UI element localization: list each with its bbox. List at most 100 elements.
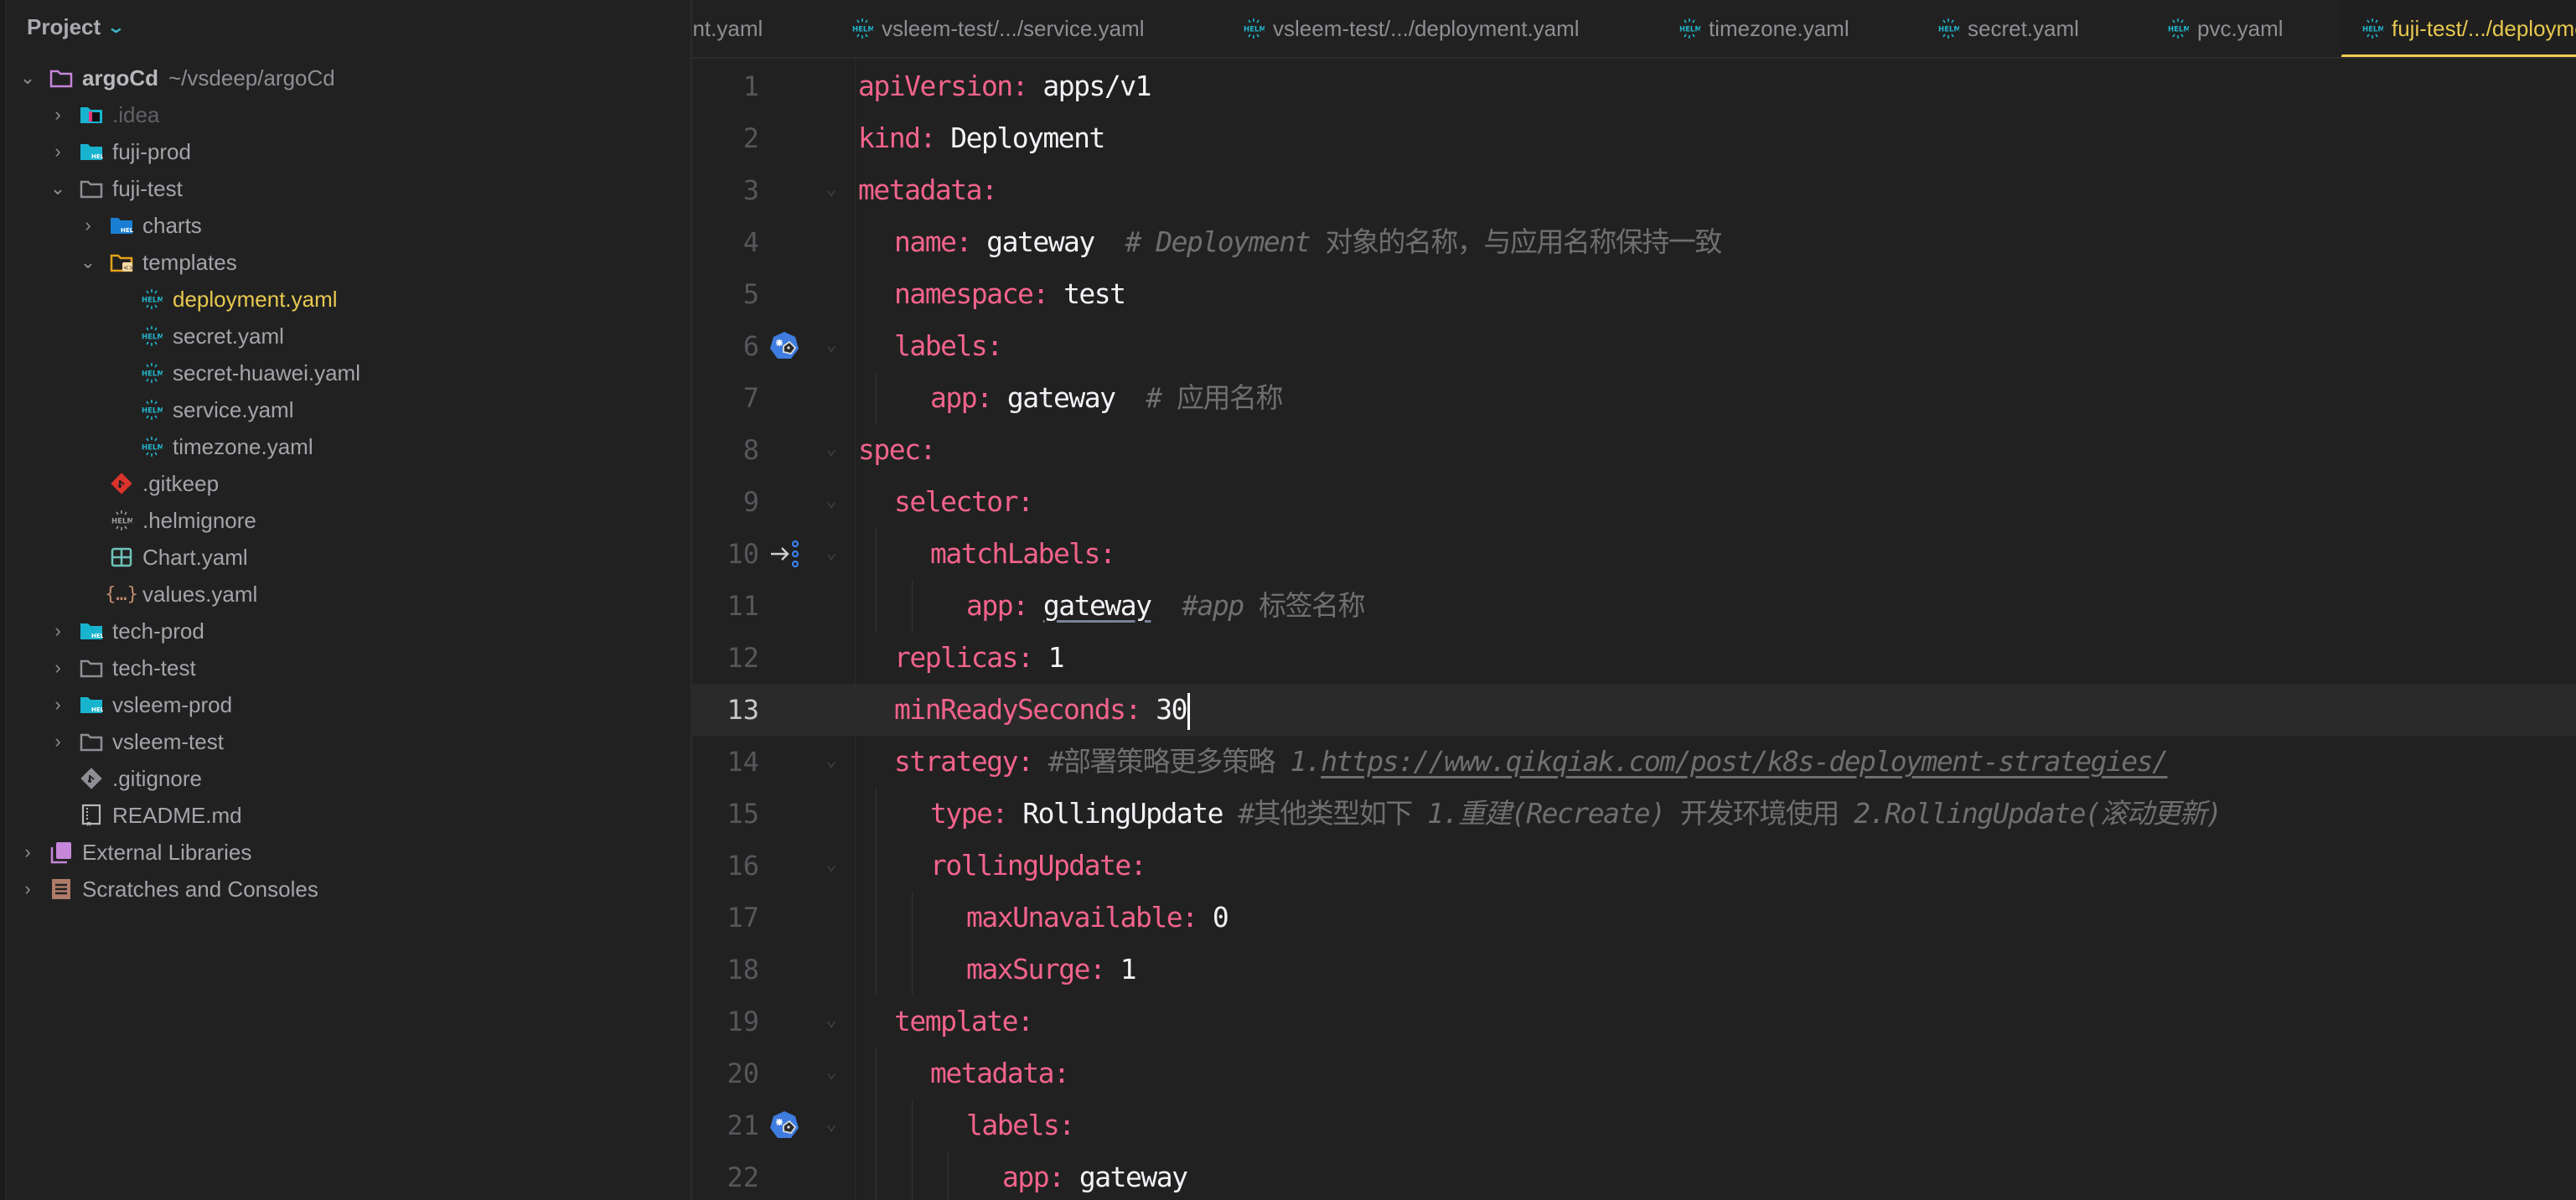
code-line[interactable]: 7 app: gateway # 应用名称 [692, 372, 2576, 424]
fold-chevron-icon[interactable]: ⌄ [820, 1061, 843, 1084]
tab-secret[interactable]: HELM secret.yaml [1937, 0, 2079, 57]
tree-item[interactable]: HELM secret.yaml [0, 318, 691, 354]
tree-item[interactable]: › HELM vsleem-prod [0, 686, 691, 723]
tree-item[interactable]: HELM timezone.yaml [0, 428, 691, 465]
chevron-right-icon[interactable]: › [49, 620, 67, 642]
code-line[interactable]: 14 ⌄ strategy: #部署策略更多策略 1.https://www.qik… [692, 736, 2576, 788]
line-number[interactable]: 10 [692, 528, 759, 580]
code-line[interactable]: 4 name: gateway # Deployment 对象的名称，与应用名称保… [692, 216, 2576, 268]
chevron-right-icon[interactable]: › [49, 657, 67, 679]
tree-item[interactable]: › Scratches and Consoles [0, 871, 691, 908]
tab-timezone[interactable]: HELM timezone.yaml [1679, 0, 1849, 57]
line-number[interactable]: 4 [692, 216, 759, 268]
line-number[interactable]: 17 [692, 892, 759, 944]
tree-item[interactable]: {…} values.yaml [0, 576, 691, 613]
line-number[interactable]: 22 [692, 1151, 759, 1200]
tree-item[interactable]: › .idea [0, 96, 691, 133]
chevron-right-icon[interactable]: › [49, 694, 67, 716]
tab-pvc[interactable]: HELM pvc.yaml [2167, 0, 2284, 57]
tree-item[interactable]: HELM secret-huawei.yaml [0, 354, 691, 391]
chevron-right-icon[interactable]: › [18, 878, 37, 900]
project-view-selector[interactable]: Project ⌄ [27, 10, 126, 44]
code-line[interactable]: 9 ⌄ selector: [692, 476, 2576, 528]
tab-fuji-deployment[interactable]: HELM fuji-test/.../deployment.yaml [2341, 0, 2576, 57]
line-number[interactable]: 11 [692, 580, 759, 632]
tree-item[interactable]: › HELM fuji-prod [0, 133, 691, 170]
line-number[interactable]: 12 [692, 632, 759, 684]
code-line[interactable]: 17 maxUnavailable: 0 [692, 892, 2576, 944]
tree-item[interactable]: › External Libraries [0, 834, 691, 871]
code-line[interactable]: 15 type: RollingUpdate #其他类型如下 1.重建(Recre… [692, 788, 2576, 840]
line-number[interactable]: 3 [692, 164, 759, 216]
code-line[interactable]: 2 kind: Deployment [692, 112, 2576, 164]
tree-item[interactable]: .gitignore [0, 760, 691, 797]
tree-item[interactable]: ⌄ fuji-test [0, 170, 691, 207]
line-number[interactable]: 18 [692, 944, 759, 996]
tree-item[interactable]: HELM service.yaml [0, 391, 691, 428]
code-line[interactable]: 20 ⌄ metadata: [692, 1047, 2576, 1099]
code-line[interactable]: 5 namespace: test [692, 268, 2576, 320]
chevron-right-icon[interactable]: › [49, 104, 67, 126]
fold-chevron-icon[interactable]: ⌄ [820, 1009, 843, 1032]
code-line[interactable]: 11 app: gateway #app 标签名称 [692, 580, 2576, 632]
tree-item[interactable]: › HELM charts [0, 207, 691, 244]
code-line[interactable]: 18 maxSurge: 1 [692, 944, 2576, 996]
tree-item[interactable]: ⌄ <> templates [0, 244, 691, 281]
code-line[interactable]: 22 app: gateway [692, 1151, 2576, 1200]
tree-item[interactable]: .gitkeep [0, 465, 691, 502]
line-number[interactable]: 21 [692, 1099, 759, 1151]
tree-item-argocd[interactable]: ⌄ argoCd ~/vsdeep/argoCd [0, 59, 691, 96]
chevron-right-icon[interactable]: › [49, 731, 67, 753]
chevron-right-icon[interactable]: › [49, 141, 67, 163]
line-number[interactable]: 14 [692, 736, 759, 788]
line-number[interactable]: 6 [692, 320, 759, 372]
code-line[interactable]: 6 ⌄ labels: [692, 320, 2576, 372]
chevron-right-icon[interactable]: › [18, 841, 37, 863]
code-line[interactable]: 12 replicas: 1 [692, 632, 2576, 684]
line-number[interactable]: 2 [692, 112, 759, 164]
code-line[interactable]: 21 ⌄ labels: [692, 1099, 2576, 1151]
code-line[interactable]: 1 apiVersion: apps/v1 [692, 60, 2576, 112]
code-line[interactable]: 13 minReadySeconds: 30 [692, 684, 2576, 736]
code-line[interactable]: 3 ⌄ metadata: [692, 164, 2576, 216]
line-number[interactable]: 19 [692, 996, 759, 1047]
kubernetes-label-icon[interactable] [769, 1110, 799, 1141]
line-number[interactable]: 9 [692, 476, 759, 528]
chevron-down-icon[interactable]: ⌄ [18, 67, 37, 89]
fold-chevron-icon[interactable]: ⌄ [820, 437, 843, 461]
chevron-down-icon[interactable]: ⌄ [49, 178, 67, 199]
fold-chevron-icon[interactable]: ⌄ [820, 853, 843, 877]
chevron-down-icon[interactable]: ⌄ [79, 251, 97, 273]
tree-item[interactable]: HELM .helmignore [0, 502, 691, 539]
go-to-reference-icon[interactable] [769, 539, 799, 569]
line-number[interactable]: 5 [692, 268, 759, 320]
fold-chevron-icon[interactable]: ⌄ [820, 1113, 843, 1136]
comment-link[interactable]: https://www.qikqiak.com/post/k8s-deploym… [1321, 745, 2169, 778]
tab-vsleem-deployment[interactable]: HELM vsleem-test/.../deployment.yaml [1243, 0, 1580, 57]
tab-vsleem-service[interactable]: HELM vsleem-test/.../service.yaml [851, 0, 1145, 57]
line-number[interactable]: 7 [692, 372, 759, 424]
line-number[interactable]: 8 [692, 424, 759, 476]
line-number[interactable]: 20 [692, 1047, 759, 1099]
fold-chevron-icon[interactable]: ⌄ [820, 749, 843, 773]
tree-item[interactable]: › vsleem-test [0, 723, 691, 760]
tree-item[interactable]: README.md [0, 797, 691, 834]
line-number[interactable]: 15 [692, 788, 759, 840]
code-line[interactable]: 10 ⌄ matchLabels: [692, 528, 2576, 580]
tree-item[interactable]: › HELM tech-prod [0, 613, 691, 649]
fold-chevron-icon[interactable]: ⌄ [820, 541, 843, 565]
tree-item[interactable]: Chart.yaml [0, 539, 691, 576]
tab-ent-yaml[interactable]: ent.yaml [692, 0, 763, 57]
fold-chevron-icon[interactable]: ⌄ [820, 489, 843, 513]
code-line[interactable]: 19 ⌄ template: [692, 996, 2576, 1047]
line-number[interactable]: 16 [692, 840, 759, 892]
tree-item[interactable]: › tech-test [0, 649, 691, 686]
line-number[interactable]: 13 [692, 684, 759, 736]
code-editor[interactable]: 1 apiVersion: apps/v1 2 kind: Deployment 3 ⌄ m… [692, 59, 2576, 1200]
kubernetes-label-icon[interactable] [769, 331, 799, 361]
chevron-right-icon[interactable]: › [79, 215, 97, 236]
code-line[interactable]: 16 ⌄ rollingUpdate: [692, 840, 2576, 892]
fold-chevron-icon[interactable]: ⌄ [820, 334, 843, 357]
fold-chevron-icon[interactable]: ⌄ [820, 178, 843, 201]
line-number[interactable]: 1 [692, 60, 759, 112]
